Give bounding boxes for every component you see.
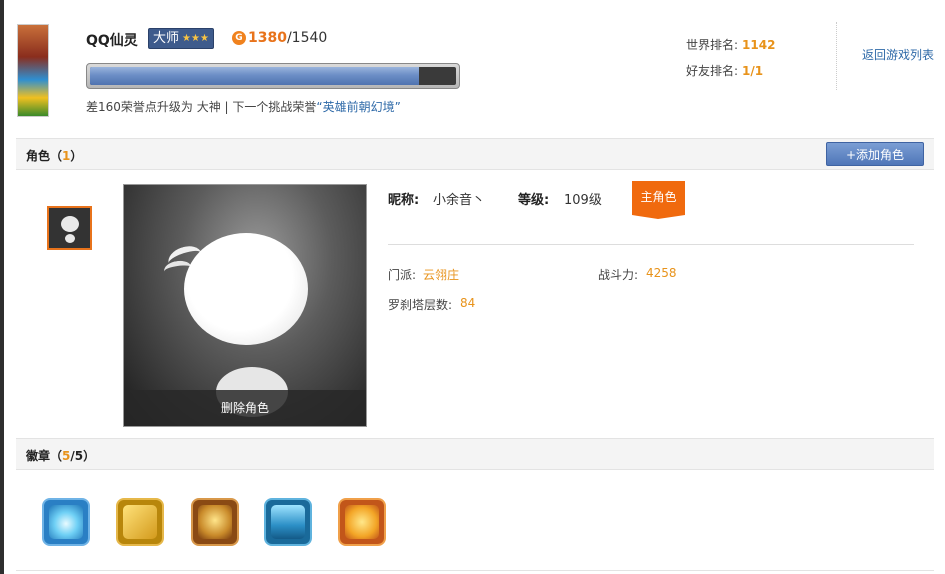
- main-role-badge: 主角色: [632, 181, 685, 219]
- progress-fill: [90, 67, 420, 85]
- header-divider: [836, 22, 837, 90]
- add-role-button[interactable]: +添加角色: [826, 142, 924, 166]
- left-border: [0, 0, 4, 574]
- honor-progress-bar: [86, 63, 460, 89]
- school-value: 云翎庄: [423, 268, 460, 282]
- power-value: 4258: [646, 266, 677, 280]
- role-thumbnail[interactable]: [47, 206, 92, 250]
- level-value: 109级: [564, 193, 602, 208]
- rank-badge: 大师 ★★★: [148, 28, 214, 49]
- badge-icon-chest[interactable]: [264, 498, 312, 546]
- honor-max: /1540: [286, 30, 328, 46]
- back-to-game-list-link[interactable]: 返回游戏列表: [862, 46, 934, 63]
- friend-rank-value: 1/1: [742, 64, 764, 78]
- avatar-head: [184, 233, 308, 345]
- progress-track: [90, 67, 456, 85]
- tower-value: 84: [460, 296, 476, 310]
- rank-stars-icon: ★★★: [182, 33, 209, 44]
- next-challenge-link[interactable]: “英雄前朝幻境”: [316, 100, 400, 114]
- badge-icon-ice[interactable]: [42, 498, 90, 546]
- role-avatar: 删除角色: [123, 184, 367, 427]
- badge-icon-game-logo[interactable]: [338, 498, 386, 546]
- upgrade-tip: 差160荣誉点升级为 大神 | 下一个挑战荣誉“英雄前朝幻境”: [86, 98, 401, 115]
- badge-icon-warrior[interactable]: [191, 498, 239, 546]
- nickname-label: 昵称:: [388, 193, 420, 208]
- role-divider: [388, 244, 914, 245]
- delete-role-button[interactable]: 删除角色: [124, 390, 366, 426]
- friend-rank-label: 好友排名:: [686, 64, 739, 78]
- world-rank-value: 1142: [742, 38, 776, 52]
- tip-text: 差160荣誉点升级为 大神 | 下一个挑战荣誉: [86, 100, 317, 114]
- badge-icon-book[interactable]: [116, 498, 164, 546]
- badges-section-title: 徽章（5/5）: [26, 449, 96, 463]
- tower-label: 罗刹塔层数:: [388, 298, 453, 312]
- badges-section-bar: 徽章（5/5）: [16, 438, 934, 470]
- world-rank-label: 世界排名:: [686, 38, 739, 52]
- roles-section-bar: 角色（1） +添加角色: [16, 138, 934, 170]
- game-icon[interactable]: [17, 24, 49, 117]
- friend-rank: 好友排名: 1/1: [686, 62, 763, 79]
- level-label: 等级:: [518, 193, 550, 208]
- honor-score: G 1380 /1540: [232, 30, 327, 46]
- honor-icon: G: [232, 31, 246, 45]
- roles-section-title: 角色（1）: [26, 149, 83, 163]
- power-label: 战斗力:: [598, 268, 639, 282]
- bottom-divider: [16, 570, 934, 571]
- honor-current: 1380: [248, 30, 287, 46]
- school-label: 门派:: [388, 268, 417, 282]
- game-title: QQ仙灵: [86, 33, 138, 49]
- world-rank: 世界排名: 1142: [686, 36, 775, 53]
- nickname-value: 小余音丶: [433, 193, 486, 208]
- rank-name: 大师: [153, 31, 180, 46]
